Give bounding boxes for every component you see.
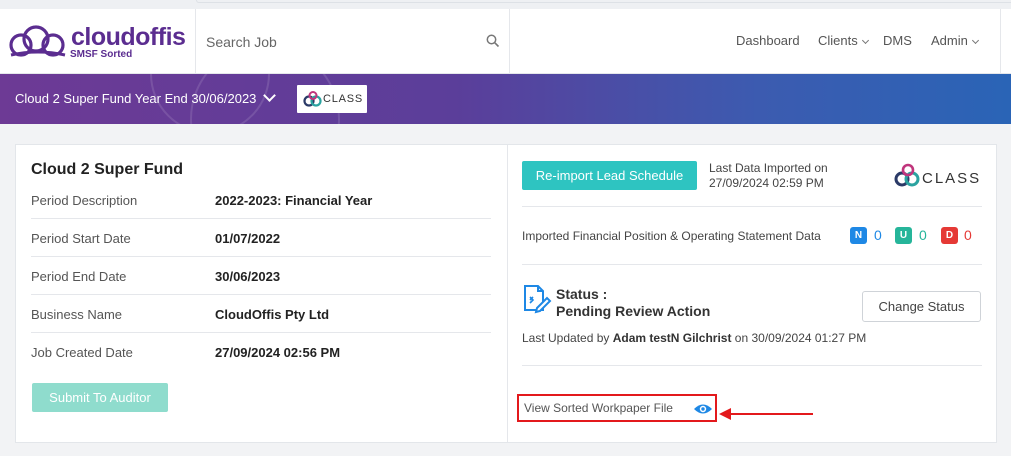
change-status-button[interactable]: Change Status [862, 291, 981, 322]
nav-clients[interactable]: Clients [818, 33, 869, 48]
detail-value: 30/06/2023 [215, 269, 281, 284]
class-logo-icon [303, 91, 322, 107]
nav-clients-label: Clients [818, 33, 858, 48]
deleted-badge: D [941, 227, 958, 244]
detail-label: Period Start Date [31, 231, 131, 246]
nav-admin-label: Admin [931, 33, 968, 48]
nav-dashboard[interactable]: Dashboard [736, 33, 800, 48]
detail-label: Period Description [31, 193, 138, 208]
detail-value: 27/09/2024 02:56 PM [215, 345, 341, 360]
search-input[interactable] [206, 31, 476, 53]
deleted-count[interactable]: 0 [964, 227, 972, 243]
job-card: Cloud 2 Super Fund Period Description 20… [15, 144, 997, 443]
column-divider [507, 145, 508, 442]
chevron-down-icon [971, 36, 979, 45]
header-divider [509, 9, 510, 74]
detail-row: Job Created Date 27/09/2024 02:56 PM [31, 333, 491, 371]
updated-on: on 30/09/2024 01:27 PM [734, 331, 867, 345]
logo-subtext: SMSF Sorted [70, 49, 133, 60]
header-divider [195, 9, 196, 74]
header-divider [1000, 9, 1001, 74]
eye-icon[interactable] [693, 403, 713, 415]
detail-value: 2022-2023: Financial Year [215, 193, 373, 208]
reimport-lead-schedule-button[interactable]: Re-import Lead Schedule [522, 161, 697, 190]
class-badge: CLASS [297, 85, 367, 113]
header: cloudoffis SMSF Sorted Dashboard Clients… [0, 9, 1011, 74]
detail-row: Period Description 2022-2023: Financial … [31, 181, 491, 219]
divider [522, 365, 982, 366]
class-logo-text: CLASS [922, 170, 982, 187]
detail-row: Period End Date 30/06/2023 [31, 257, 491, 295]
new-count[interactable]: 0 [874, 227, 882, 243]
status-label: Status : [556, 286, 608, 302]
job-banner: Cloud 2 Super Fund Year End 30/06/2023 C… [0, 74, 1011, 124]
updated-by: Adam testN Gilchrist [612, 331, 732, 345]
cloud-logo-icon [9, 25, 66, 57]
detail-value: CloudOffis Pty Ltd [215, 307, 330, 322]
status-value: Pending Review Action [556, 303, 711, 319]
nav-admin[interactable]: Admin [931, 33, 979, 48]
updated-prefix: Last Updated by [522, 331, 610, 345]
job-title: Cloud 2 Super Fund Year End 30/06/2023 [15, 91, 257, 106]
cloudoffis-logo[interactable]: cloudoffis SMSF Sorted [8, 23, 188, 63]
imported-data-label: Imported Financial Position & Operating … [522, 229, 821, 243]
last-updated-info: Last Updated by Adam testN Gilchrist on … [522, 331, 866, 345]
updated-count[interactable]: 0 [919, 227, 927, 243]
nav-dms[interactable]: DMS [883, 33, 912, 48]
new-badge: N [850, 227, 867, 244]
annotation-arrow-icon [719, 408, 813, 420]
page: cloudoffis SMSF Sorted Dashboard Clients… [0, 0, 1011, 456]
submit-to-auditor-button[interactable]: Submit To Auditor [32, 383, 168, 412]
view-workpaper-label[interactable]: View Sorted Workpaper File [524, 401, 673, 415]
divider [522, 264, 982, 265]
divider [522, 206, 982, 207]
logo-text: cloudoffis [71, 23, 186, 51]
fund-name: Cloud 2 Super Fund [31, 161, 183, 178]
last-import-date: 27/09/2024 02:59 PM [709, 176, 824, 190]
top-strip [0, 0, 1011, 9]
document-status-icon [524, 285, 552, 314]
search-icon[interactable] [486, 34, 500, 48]
chevron-down-icon [861, 36, 869, 45]
class-logo: CLASS [894, 162, 984, 188]
updated-badge: U [895, 227, 912, 244]
detail-row: Business Name CloudOffis Pty Ltd [31, 295, 491, 333]
detail-value: 01/07/2022 [215, 231, 281, 246]
last-import-info: Last Data Imported on 27/09/2024 02:59 P… [709, 161, 828, 191]
last-import-label: Last Data Imported on [709, 161, 828, 175]
detail-label: Job Created Date [31, 345, 133, 360]
class-logo-icon [894, 163, 920, 187]
detail-label: Business Name [31, 307, 123, 322]
view-workpaper-link[interactable]: View Sorted Workpaper File [517, 394, 717, 422]
detail-label: Period End Date [31, 269, 127, 284]
class-logo-text: CLASS [323, 93, 364, 105]
detail-row: Period Start Date 01/07/2022 [31, 219, 491, 257]
